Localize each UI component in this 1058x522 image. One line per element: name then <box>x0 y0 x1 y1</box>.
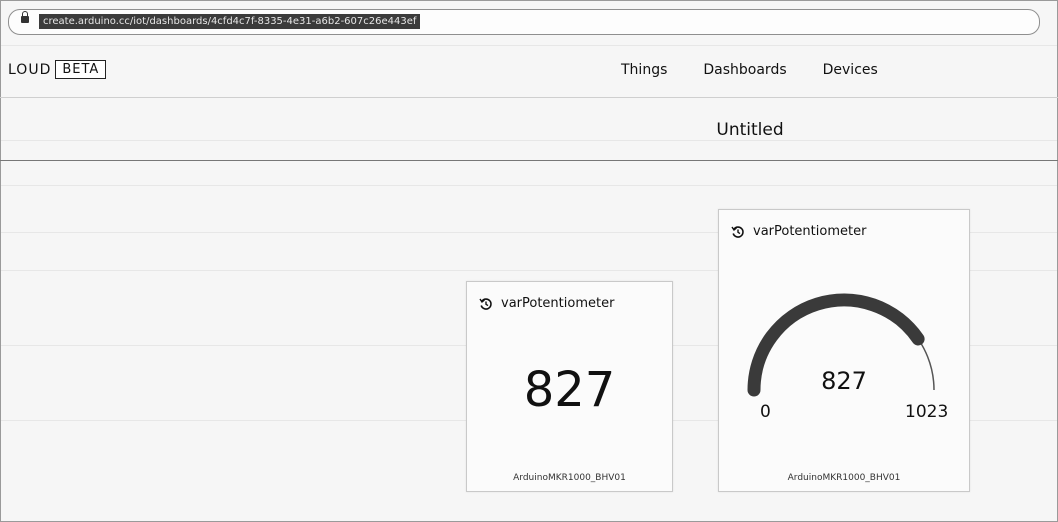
widget-variable-name: varPotentiometer <box>501 296 615 311</box>
widget-value: 827 <box>523 362 616 418</box>
gauge-min: 0 <box>760 402 771 422</box>
gauge-value: 827 <box>821 367 867 395</box>
value-widget[interactable]: varPotentiometer 827 ArduinoMKR1000_BHV0… <box>466 281 673 492</box>
nav-things[interactable]: Things <box>621 62 667 78</box>
gauge-widget[interactable]: varPotentiometer 827 0 1023 ArduinoMKR10… <box>718 209 970 492</box>
header-divider <box>0 97 1058 98</box>
nav-devices[interactable]: Devices <box>823 62 878 78</box>
history-icon[interactable] <box>479 297 493 311</box>
widget-variable-name: varPotentiometer <box>753 224 867 239</box>
gauge-max: 1023 <box>905 402 949 422</box>
widget-header: varPotentiometer <box>731 224 866 239</box>
dashboard-title[interactable]: Untitled <box>600 120 900 140</box>
address-bar[interactable]: create.arduino.cc/iot/dashboards/4cfd4c7… <box>8 9 1040 35</box>
title-divider <box>0 160 1058 161</box>
brand-name: LOUD <box>8 61 52 78</box>
beta-badge: BETA <box>55 60 107 79</box>
widget-device-name: ArduinoMKR1000_BHV01 <box>513 473 626 483</box>
widget-header: varPotentiometer <box>479 296 614 311</box>
nav-dashboards[interactable]: Dashboards <box>703 62 786 78</box>
url-text[interactable]: create.arduino.cc/iot/dashboards/4cfd4c7… <box>39 14 421 29</box>
lock-icon <box>21 11 29 23</box>
widget-device-name: ArduinoMKR1000_BHV01 <box>787 473 901 483</box>
top-nav: Things Dashboards Devices <box>621 62 914 78</box>
history-icon[interactable] <box>731 225 745 239</box>
brand: LOUD BETA <box>8 60 107 79</box>
